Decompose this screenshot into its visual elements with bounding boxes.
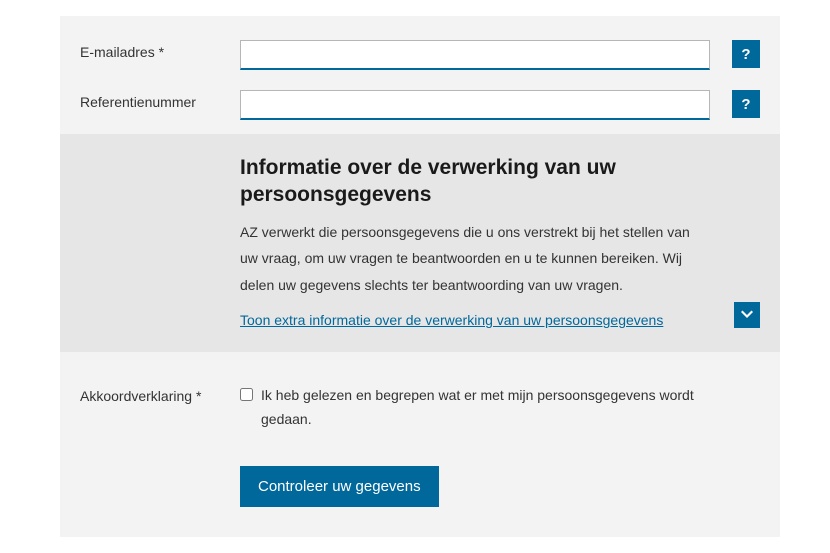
form-container: E-mailadres * ? Referentienummer ? Infor… <box>60 16 780 537</box>
email-row: E-mailadres * ? <box>60 30 780 80</box>
reference-label: Referentienummer <box>80 90 240 110</box>
expand-button[interactable] <box>734 302 760 328</box>
reference-row: Referentienummer ? <box>60 80 780 130</box>
consent-row: Akkoordverklaring * Ik heb gelezen en be… <box>60 352 780 442</box>
question-icon: ? <box>741 46 750 63</box>
consent-label: Akkoordverklaring * <box>80 384 240 404</box>
submit-button[interactable]: Controleer uw gegevens <box>240 466 439 507</box>
info-body: AZ verwerkt die persoonsgegevens die u o… <box>240 219 710 299</box>
question-icon: ? <box>741 96 750 113</box>
consent-checkbox[interactable] <box>240 388 253 401</box>
email-help-button[interactable]: ? <box>732 40 760 68</box>
info-title: Informatie over de verwerking van uw per… <box>240 154 710 209</box>
consent-text: Ik heb gelezen en begrepen wat er met mi… <box>261 384 710 432</box>
email-input[interactable] <box>240 40 710 70</box>
chevron-down-icon <box>740 308 754 322</box>
reference-input[interactable] <box>240 90 710 120</box>
info-expand-link[interactable]: Toon extra informatie over de verwerking… <box>240 312 663 328</box>
reference-help-button[interactable]: ? <box>732 90 760 118</box>
info-section: Informatie over de verwerking van uw per… <box>60 134 780 352</box>
email-label: E-mailadres * <box>80 40 240 60</box>
submit-row: Controleer uw gegevens <box>60 442 780 507</box>
